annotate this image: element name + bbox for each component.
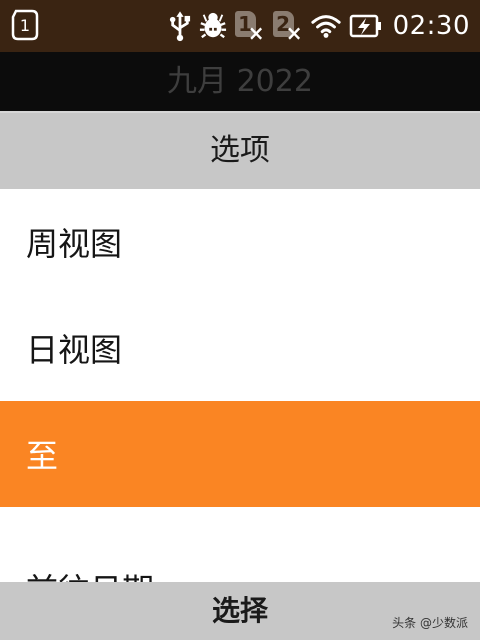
calendar-month-title: 九月 2022 (0, 52, 480, 111)
option-label: 日视图 (26, 331, 123, 369)
options-dialog: 选项 周视图 日视图 至 前往日期 选择 头条 @少数派 (0, 111, 480, 640)
option-day-view[interactable]: 日视图 (0, 295, 480, 401)
status-icons: 1 × 2 × 02:30 (169, 0, 470, 52)
notification-count: 1 (20, 16, 30, 35)
dialog-title: 选项 (0, 111, 480, 189)
bug-icon (199, 12, 226, 39)
option-label: 周视图 (26, 225, 123, 263)
option-label: 前往日期 (26, 565, 154, 582)
sim-1-icon: 1 × (234, 9, 265, 45)
option-week-view[interactable]: 周视图 (0, 189, 480, 295)
select-button[interactable]: 选择 头条 @少数派 (0, 582, 480, 640)
option-label: 至 (26, 437, 59, 475)
battery-charging-icon (349, 14, 381, 38)
phone-screen: 1 1 × 2 × 02:30 九月 2022 选项 周视图 日视图 至 选择 … (0, 0, 480, 640)
sim-2-icon: 2 × (272, 9, 303, 45)
options-list: 周视图 日视图 至 前往日期 (0, 189, 480, 582)
sim-2-no-signal: × (285, 21, 303, 45)
wifi-icon (310, 15, 341, 38)
usb-icon (169, 11, 190, 42)
option-today[interactable]: 至 (0, 401, 480, 507)
status-clock: 02:30 (392, 11, 470, 41)
sim-1-no-signal: × (247, 21, 265, 45)
select-label: 选择 (211, 594, 268, 627)
status-bar: 1 1 × 2 × 02:30 (0, 0, 480, 52)
option-go-to-date[interactable]: 前往日期 (0, 507, 480, 582)
watermark: 头条 @少数派 (392, 616, 468, 630)
notification-icon[interactable]: 1 (10, 9, 40, 41)
